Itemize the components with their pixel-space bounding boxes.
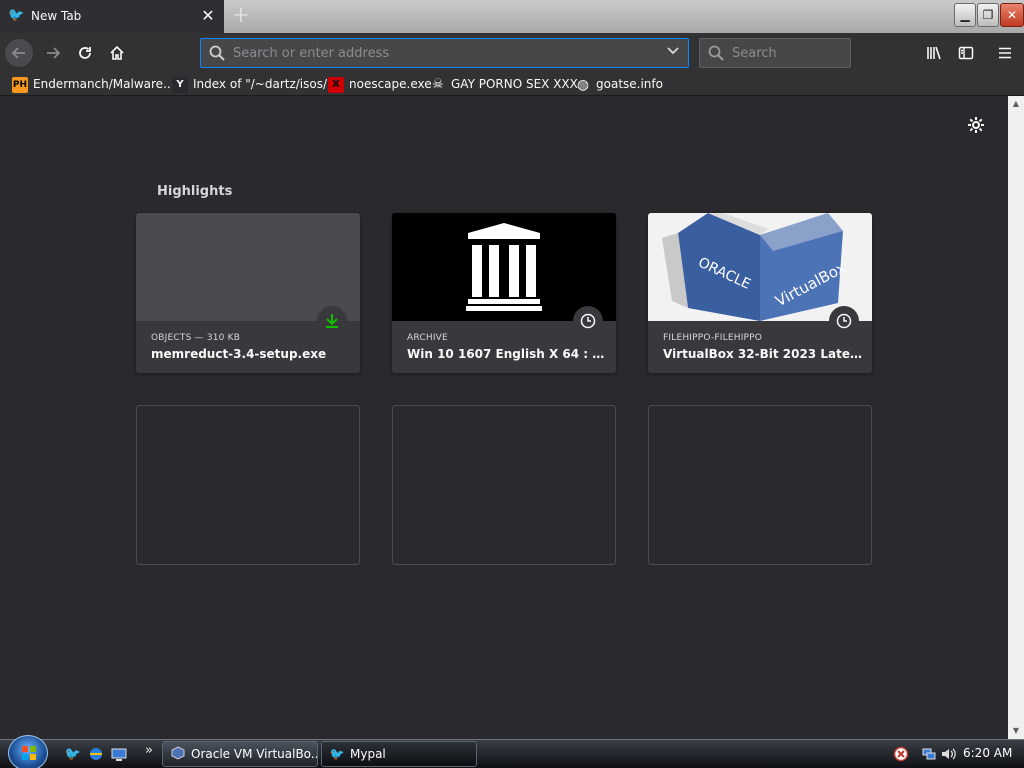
taskbar: 🐦 » Oracle VM VirtualBo... 🐦 Mypal 6:20 … [0,735,1024,768]
bookmark-item[interactable]: ☠ GAY PORNO SEX XXX [430,75,578,93]
bookmark-label: goatse.info [596,77,663,91]
sidebar-icon [958,46,974,60]
scroll-up-arrow-icon[interactable]: ▲ [1008,96,1024,112]
virtualbox-thumbnail: ORACLE VirtualBox [648,213,872,321]
chevron-down-icon[interactable] [666,45,680,59]
mypal-icon: 🐦 [329,747,345,761]
taskbar-button-mypal[interactable]: 🐦 Mypal [321,741,477,767]
bookmark-label: GAY PORNO SEX XXX [451,77,578,91]
taskbar-button-label: Oracle VM VirtualBo... [191,747,318,761]
skull-icon: ☠ [432,76,444,92]
card-title: Win 10 1607 English X 64 : Free ... [407,347,607,361]
gear-icon[interactable] [966,116,986,136]
highlight-card[interactable]: OBJECTS — 310 KB memreduct-3.4-setup.exe [136,213,360,373]
ycombinator-icon: Y [172,76,188,93]
card-title: VirtualBox 32-Bit 2023 Latest Fo... [663,347,863,361]
taskbar-button-virtualbox[interactable]: Oracle VM VirtualBo... [162,741,318,767]
arrow-right-icon [47,47,61,59]
tab-strip: 🐦 New Tab ✕ + ▁ ❐ ✕ [0,0,1024,33]
bookmark-label: Index of "/~dartz/isos/" [193,77,333,91]
highlight-card[interactable]: ARCHIVE Win 10 1607 English X 64 : Free … [392,213,616,373]
arrow-left-icon [11,47,25,59]
address-input[interactable] [233,43,653,63]
card-context: OBJECTS — 310 KB [151,333,241,343]
search-input[interactable] [732,43,842,63]
hamburger-menu-button[interactable] [991,39,1019,67]
new-tab-button[interactable]: + [229,4,253,28]
minimize-button[interactable]: ▁ [954,3,976,27]
archive-building-icon [466,223,542,311]
nav-toolbar [0,33,1024,72]
pornhub-icon: PH [12,76,28,93]
close-window-button[interactable]: ✕ [1000,3,1024,27]
card-context: FILEHIPPO-FILEHIPPO [663,333,763,343]
bookmarks-toolbar: PH Endermanch/Malware... Y Index of "/~dar… [0,72,1024,96]
forward-button[interactable] [39,39,67,67]
reload-button[interactable] [71,39,99,67]
home-button[interactable] [103,39,131,67]
bookmark-label: noescape.exe [349,77,432,91]
new-tab-page: Highlights OBJECTS — 310 KB memreduct-3.… [0,96,1008,739]
search-icon [209,45,225,61]
maximize-button[interactable]: ❐ [977,3,999,27]
clock-icon [573,306,603,336]
virtualbox-icon [170,746,186,762]
x-icon: X [328,76,344,93]
hamburger-icon [999,47,1011,59]
empty-highlight-slot [392,405,616,565]
clock-icon [829,306,859,336]
card-thumbnail [136,213,360,321]
start-button[interactable] [8,735,48,768]
taskbar-button-label: Mypal [350,747,386,761]
sidebar-button[interactable] [952,39,980,67]
highlight-card[interactable]: ORACLE VirtualBox FILEHIPPO-FILEHIPPO Vi… [648,213,872,373]
card-context: ARCHIVE [407,333,448,343]
scroll-down-arrow-icon[interactable]: ▼ [1008,723,1024,739]
close-tab-icon[interactable]: ✕ [199,6,217,26]
security-alert-icon[interactable] [892,746,910,764]
system-clock[interactable]: 6:20 AM [963,746,1012,760]
bookmark-item[interactable]: Xnoescape.exe [328,75,432,93]
url-bar[interactable] [200,38,689,68]
show-desktop-icon[interactable] [110,746,128,764]
ie-quicklaunch-icon[interactable] [87,746,105,764]
bookmark-item[interactable]: Y Index of "/~dartz/isos/" [172,75,333,93]
quicklaunch-overflow-icon[interactable]: » [140,742,158,760]
volume-icon[interactable] [939,746,957,764]
reload-icon [79,47,91,59]
mypal-icon: 🐦 [8,8,25,23]
mypal-quicklaunch-icon[interactable]: 🐦 [64,746,82,764]
tab-title: New Tab [31,9,82,23]
bookmark-item[interactable]: PH Endermanch/Malware... [12,75,175,93]
vertical-scrollbar[interactable]: ▲ ▼ [1008,96,1024,739]
empty-highlight-slot [648,405,872,565]
tab-new-tab[interactable]: 🐦 New Tab ✕ [0,0,224,33]
search-bar[interactable] [699,38,851,68]
back-button[interactable] [5,39,33,67]
empty-highlight-slot [136,405,360,565]
library-icon [927,46,941,60]
archive-logo-thumbnail [392,213,616,321]
card-title: memreduct-3.4-setup.exe [151,347,327,361]
highlights-heading: Highlights [157,184,233,199]
home-icon [110,45,124,60]
library-button[interactable] [920,39,948,67]
network-icon[interactable] [920,746,938,764]
windows-logo-icon [22,746,36,760]
download-icon [317,306,347,336]
bookmark-label: Endermanch/Malware... [33,77,175,91]
search-icon [708,45,724,61]
globe-icon: ◍ [576,76,590,93]
bookmark-item[interactable]: ◍ goatse.info [575,75,663,93]
